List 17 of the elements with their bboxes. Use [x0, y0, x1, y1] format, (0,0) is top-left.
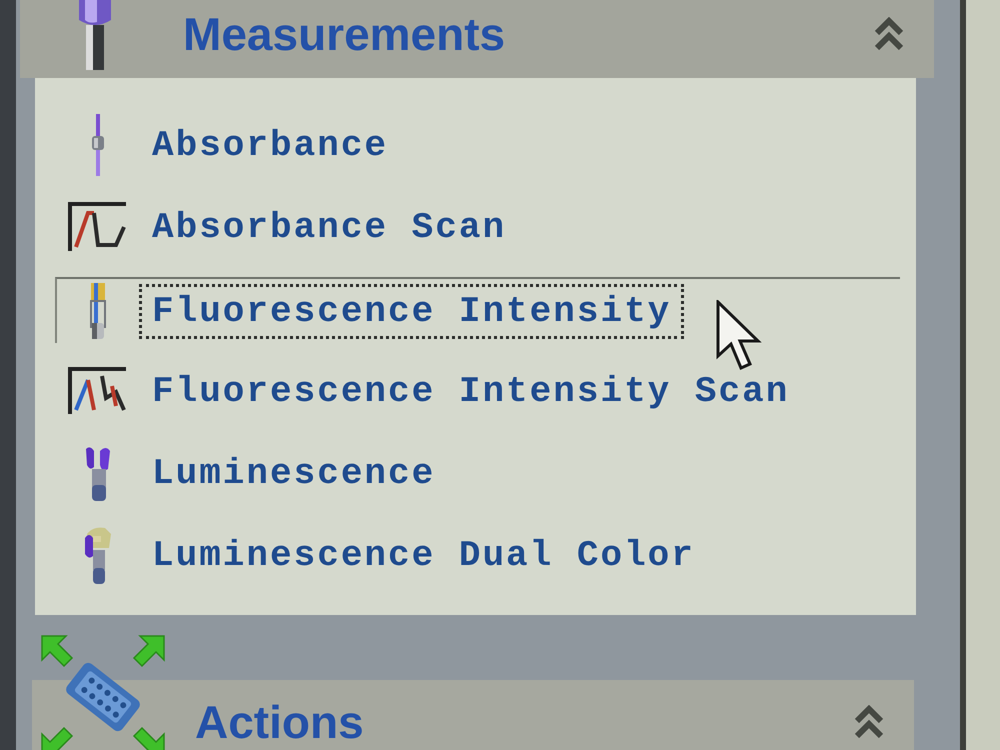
- measurement-item[interactable]: Luminescence Dual Color: [55, 513, 900, 595]
- section-title: Actions: [195, 695, 364, 749]
- measurement-item[interactable]: Absorbance Scan: [55, 185, 900, 267]
- probe-icon: [89, 114, 107, 176]
- tube-icon: [84, 445, 112, 501]
- measurement-item[interactable]: Luminescence: [55, 431, 900, 513]
- mouse-pointer-icon: [716, 300, 764, 372]
- collapse-chevron-icon[interactable]: [874, 17, 904, 51]
- scan-graph-icon: [68, 201, 128, 253]
- collapse-chevron-icon[interactable]: [854, 705, 884, 739]
- plate-arrows-icon: [40, 634, 166, 750]
- tube-icon: [88, 283, 108, 339]
- scan-graph-icon: [68, 366, 128, 416]
- section-title: Measurements: [183, 7, 506, 61]
- measurement-item[interactable]: Fluorescence Intensity Scan: [55, 349, 900, 431]
- tube-icon: [83, 526, 113, 584]
- measurement-item[interactable]: Absorbance: [55, 103, 900, 185]
